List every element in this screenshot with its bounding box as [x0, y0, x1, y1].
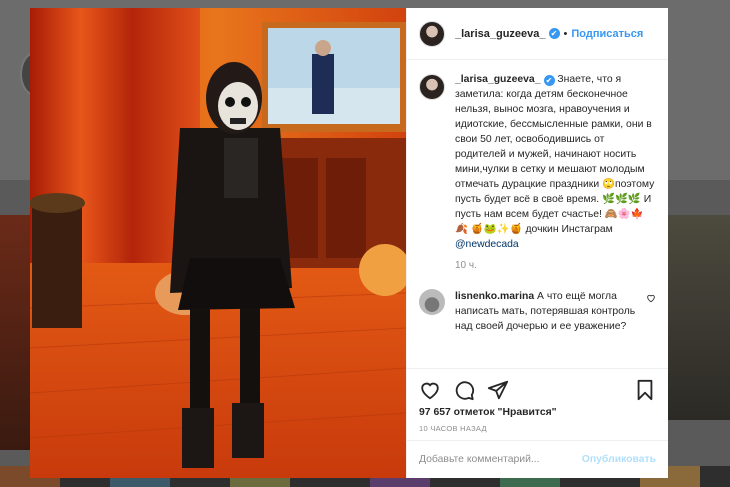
post-photo[interactable]	[30, 8, 406, 478]
post-photo-image	[30, 8, 406, 478]
comment-like-heart-icon[interactable]	[646, 293, 656, 303]
share-icon[interactable]	[487, 379, 509, 401]
comment-input[interactable]	[419, 454, 582, 465]
caption-body: _larisa_guzeeva_ ✔ Знаете, что я заметила…	[455, 72, 656, 273]
post-modal: _larisa_guzeeva_ ✔ • Подписаться _larisa…	[30, 8, 668, 478]
action-icons-row	[419, 377, 656, 403]
commenter-avatar[interactable]	[419, 289, 445, 315]
author-username[interactable]: _larisa_guzeeva_	[455, 28, 546, 40]
post-caption: _larisa_guzeeva_ ✔ Знаете, что я заметила…	[419, 72, 656, 273]
caption-time[interactable]: 10 ч.	[455, 258, 656, 273]
caption-mention-link[interactable]: @newdecada	[455, 239, 519, 250]
add-comment-bar: Опубликовать	[407, 440, 668, 478]
bookmark-icon[interactable]	[634, 379, 656, 401]
caption-text: Знаете, что я заметила: когда детям беск…	[455, 74, 655, 235]
commenter-username[interactable]: lisnenko.marina	[455, 291, 534, 302]
background-thumbnail-right[interactable]	[667, 215, 730, 420]
comment-item: lisnenko.marina А что ещё могла написать…	[419, 289, 656, 334]
post-actions: 97 657 отметок "Нравится" 10 ЧАСОВ НАЗАД	[407, 368, 668, 440]
background-thumbnail-left[interactable]	[0, 215, 30, 450]
comment-body: lisnenko.marina А что ещё могла написать…	[455, 289, 642, 334]
likes-count[interactable]: 97 657 отметок "Нравится"	[419, 407, 656, 418]
caption-author-avatar[interactable]	[419, 74, 445, 100]
follow-button[interactable]: Подписаться	[571, 28, 643, 40]
publish-comment-button[interactable]: Опубликовать	[582, 454, 656, 465]
post-timestamp[interactable]: 10 ЧАСОВ НАЗАД	[419, 424, 656, 433]
comment-icon[interactable]	[453, 379, 475, 401]
verified-badge-icon: ✔	[548, 28, 560, 39]
caption-username[interactable]: _larisa_guzeeva_	[455, 74, 541, 85]
separator-dot: •	[563, 27, 568, 40]
post-header: _larisa_guzeeva_ ✔ • Подписаться	[407, 8, 668, 60]
heart-icon[interactable]	[419, 379, 441, 401]
verified-badge-icon: ✔	[543, 75, 555, 86]
author-avatar[interactable]	[419, 20, 445, 47]
comments-list[interactable]: _larisa_guzeeva_ ✔ Знаете, что я заметила…	[407, 60, 668, 368]
post-side-panel: _larisa_guzeeva_ ✔ • Подписаться _larisa…	[406, 8, 668, 478]
